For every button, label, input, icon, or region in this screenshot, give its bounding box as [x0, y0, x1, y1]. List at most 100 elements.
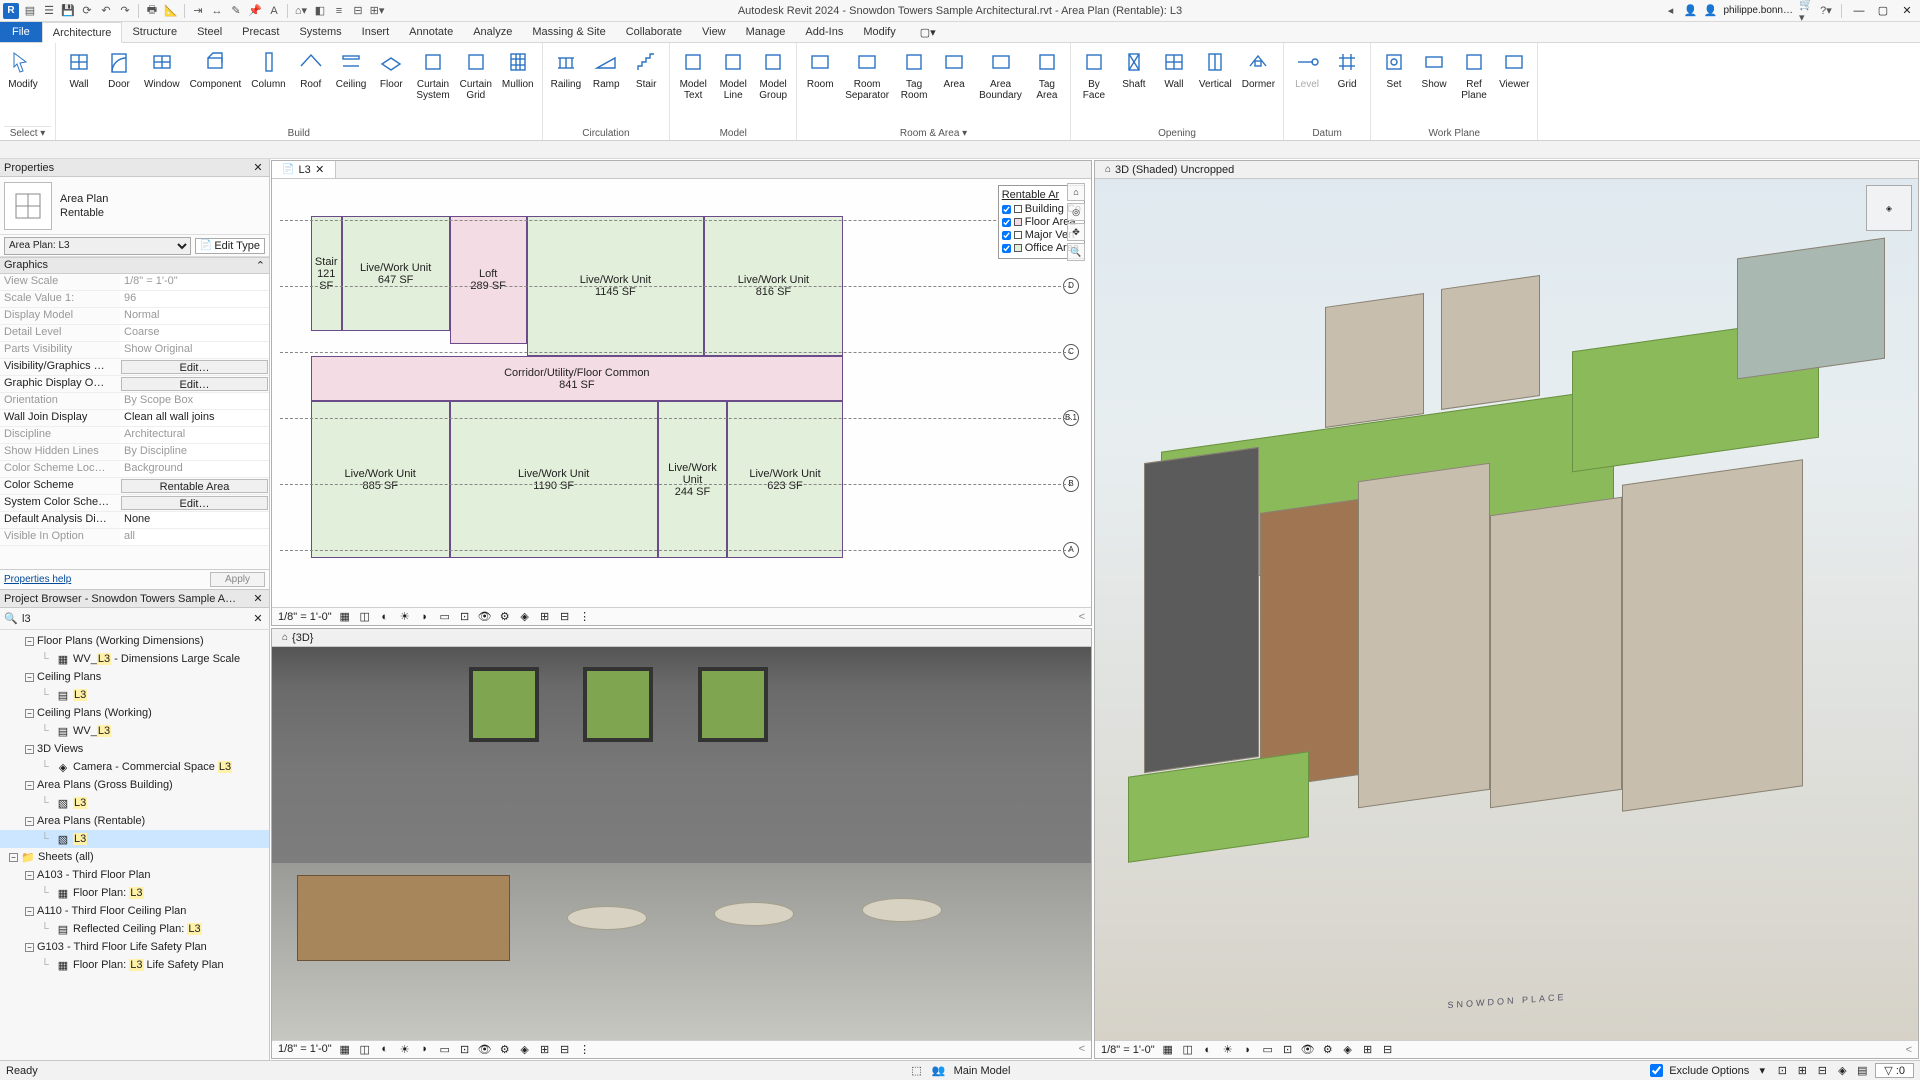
vc-display-icon[interactable]: ▦: [338, 610, 352, 624]
plan-room[interactable]: Live/Work Unit647 SF: [342, 216, 450, 331]
expand-icon[interactable]: −: [25, 907, 34, 916]
browser-search-clear-icon[interactable]: ✕: [251, 612, 265, 626]
qat-section-icon[interactable]: ◧: [312, 3, 328, 19]
status-select-icon[interactable]: ⬚: [910, 1064, 924, 1078]
qat-sync-icon[interactable]: ⟳: [79, 3, 95, 19]
vc-vis-icon[interactable]: ⊟: [1381, 1043, 1395, 1057]
qat-text-icon[interactable]: A: [266, 3, 282, 19]
plan-scale[interactable]: 1/8" = 1'-0": [278, 611, 332, 623]
plan-room[interactable]: Loft289 SF: [450, 216, 527, 344]
status-select4-icon[interactable]: ◈: [1835, 1064, 1849, 1078]
vc-crop-icon[interactable]: ▭: [1261, 1043, 1275, 1057]
qat-open-icon[interactable]: ▤: [22, 3, 38, 19]
qat-pin-icon[interactable]: 📌: [247, 3, 263, 19]
status-main-model[interactable]: Main Model: [954, 1065, 1011, 1077]
ribbon-dormer-button[interactable]: Dormer: [1238, 45, 1279, 127]
menu-collaborate[interactable]: Collaborate: [616, 22, 692, 42]
ribbon-set-button[interactable]: Set: [1375, 45, 1413, 127]
properties-close-icon[interactable]: ✕: [251, 161, 265, 175]
menu-massingsite[interactable]: Massing & Site: [522, 22, 615, 42]
menu-precast[interactable]: Precast: [232, 22, 289, 42]
vc-unhide-icon[interactable]: 👁: [478, 610, 492, 624]
ribbon-expand-icon[interactable]: ▢▾: [910, 22, 946, 42]
interior-scale[interactable]: 1/8" = 1'-0": [278, 1043, 332, 1055]
qat-measure-icon[interactable]: 📐: [163, 3, 179, 19]
maximize-button[interactable]: ▢: [1874, 4, 1892, 18]
ribbon-byface-button[interactable]: By Face: [1075, 45, 1113, 127]
prop-row[interactable]: Color Scheme Loc…Background: [0, 461, 269, 478]
shaded-canvas[interactable]: SNOWDON PLACE ◈: [1095, 179, 1918, 1040]
vc-reveal-icon[interactable]: ◈: [518, 1042, 532, 1056]
properties-help-link[interactable]: Properties help: [4, 574, 71, 585]
ribbon-vertical-button[interactable]: Vertical: [1195, 45, 1236, 127]
qat-tag-icon[interactable]: ✎: [228, 3, 244, 19]
vc-sun-icon[interactable]: ☀: [1221, 1043, 1235, 1057]
ribbon-component-button[interactable]: Component: [186, 45, 246, 127]
plan-canvas[interactable]: ⌂ ◎ ✥ 🔍 Stair121 SF Live/Work Unit647 SF…: [272, 179, 1091, 607]
nav-home-icon[interactable]: ⌂: [1067, 183, 1085, 201]
qat-switch-icon[interactable]: ⊞▾: [369, 3, 385, 19]
vc-crop-icon[interactable]: ▭: [438, 1042, 452, 1056]
ribbon-roof-button[interactable]: Roof: [292, 45, 330, 127]
tree-branch[interactable]: −Ceiling Plans (Working): [0, 704, 269, 722]
ribbon-refplane-button[interactable]: Ref Plane: [1455, 45, 1493, 127]
ribbon-shaft-button[interactable]: Shaft: [1115, 45, 1153, 127]
tree-branch[interactable]: −Area Plans (Gross Building): [0, 776, 269, 794]
ribbon-door-button[interactable]: Door: [100, 45, 138, 127]
ribbon-room-button[interactable]: Room: [801, 45, 839, 127]
prop-row[interactable]: Show Hidden LinesBy Discipline: [0, 444, 269, 461]
vc-vis-icon[interactable]: ⊟: [558, 610, 572, 624]
modify-button[interactable]: Modify: [4, 45, 42, 126]
prop-category[interactable]: Graphics⌃: [0, 257, 269, 274]
vc-cropvis-icon[interactable]: ⊡: [1281, 1043, 1295, 1057]
vc-more-icon[interactable]: ⋮: [578, 1042, 592, 1056]
edit-type-button[interactable]: 📄 Edit Type: [195, 238, 265, 254]
tree-view-item[interactable]: └▦WV_L3 - Dimensions Large Scale: [0, 650, 269, 668]
menu-steel[interactable]: Steel: [187, 22, 232, 42]
ribbon-ramp-button[interactable]: Ramp: [587, 45, 625, 127]
qat-save-icon[interactable]: 💾: [60, 3, 76, 19]
plan-tab[interactable]: 📄 L3✕: [272, 161, 336, 178]
expand-icon[interactable]: −: [25, 673, 34, 682]
prop-row[interactable]: System Color Sche…Edit…: [0, 495, 269, 512]
tree-view-item[interactable]: └▤L3: [0, 686, 269, 704]
qat-print-icon[interactable]: 🖶: [144, 3, 160, 19]
qat-dim-icon[interactable]: ↔: [209, 3, 225, 19]
instance-selector[interactable]: Area Plan: L3: [4, 237, 191, 255]
menu-modify[interactable]: Modify: [853, 22, 905, 42]
tree-view-item[interactable]: └▤WV_L3: [0, 722, 269, 740]
vc-detail-icon[interactable]: ◫: [1181, 1043, 1195, 1057]
tree-view-item[interactable]: └▦Floor Plan: L3: [0, 884, 269, 902]
vc-reveal-icon[interactable]: ◈: [518, 610, 532, 624]
status-filter-icon[interactable]: ▾: [1755, 1064, 1769, 1078]
expand-icon[interactable]: −: [25, 871, 34, 880]
status-select1-icon[interactable]: ⊡: [1775, 1064, 1789, 1078]
ribbon-modeltext-button[interactable]: Model Text: [674, 45, 712, 127]
vc-more-icon[interactable]: ⋮: [578, 610, 592, 624]
tree-branch[interactable]: −A110 - Third Floor Ceiling Plan: [0, 902, 269, 920]
shaded-tab[interactable]: ⌂ 3D (Shaded) Uncropped: [1095, 161, 1244, 178]
plan-room[interactable]: Live/Work Unit1190 SF: [450, 401, 658, 558]
plan-room[interactable]: Live/Work Unit623 SF: [727, 401, 843, 558]
browser-close-icon[interactable]: ✕: [251, 592, 265, 606]
expand-icon[interactable]: −: [25, 817, 34, 826]
vc-temp-icon[interactable]: ⚙: [1321, 1043, 1335, 1057]
expand-icon[interactable]: −: [25, 709, 34, 718]
ribbon-curtainsystem-button[interactable]: Curtain System: [412, 45, 453, 127]
panel-label[interactable]: Room & Area ▾: [801, 127, 1066, 140]
ribbon-curtaingrid-button[interactable]: Curtain Grid: [456, 45, 496, 127]
ribbon-modelline-button[interactable]: Model Line: [714, 45, 752, 127]
tree-view-item[interactable]: └▧L3: [0, 830, 269, 848]
vc-sun-icon[interactable]: ☀: [398, 610, 412, 624]
tree-view-item[interactable]: └▤Reflected Ceiling Plan: L3: [0, 920, 269, 938]
qat-open2-icon[interactable]: ☰: [41, 3, 57, 19]
status-select2-icon[interactable]: ⊞: [1795, 1064, 1809, 1078]
shaded-scale[interactable]: 1/8" = 1'-0": [1101, 1044, 1155, 1056]
tree-view-item[interactable]: └◈Camera - Commercial Space L3: [0, 758, 269, 776]
view-cube[interactable]: ◈: [1866, 185, 1912, 231]
plan-tab-close-icon[interactable]: ✕: [315, 165, 325, 175]
menu-architecture[interactable]: Architecture: [42, 22, 123, 43]
vc-shadow-icon[interactable]: ◗: [1241, 1043, 1255, 1057]
tree-view-item[interactable]: └▧L3: [0, 794, 269, 812]
expand-icon[interactable]: −: [9, 853, 18, 862]
